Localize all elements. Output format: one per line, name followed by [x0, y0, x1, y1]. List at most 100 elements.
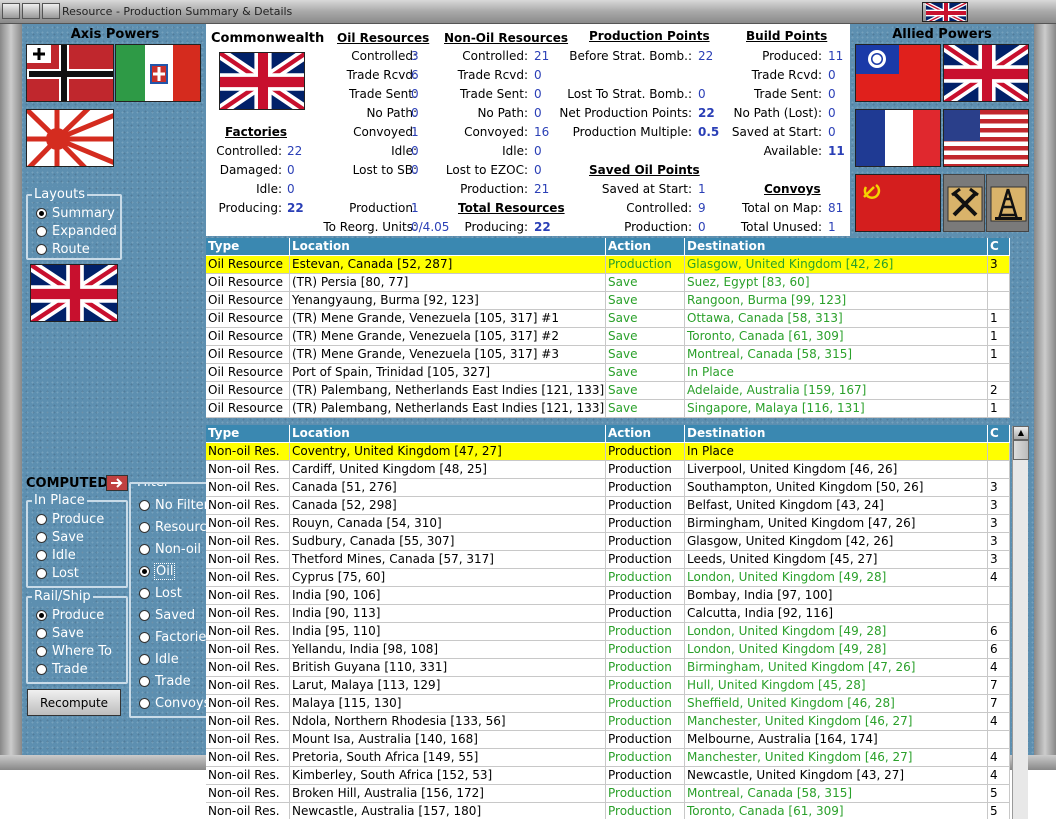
count-cell — [988, 461, 1010, 479]
build-points-label: Trade Rcvd: — [751, 68, 822, 82]
table-row[interactable]: Non-oil Res. Pretoria, South Africa [149,… — [206, 749, 1010, 767]
filter-factories-radio[interactable]: Factories — [139, 630, 211, 645]
type-cell: Non-oil Res. — [206, 659, 290, 677]
convoys-value: 1 — [828, 220, 836, 234]
ussr-flag-icon[interactable] — [855, 174, 941, 232]
table-row[interactable]: Non-oil Res. Mount Isa, Australia [140, 1… — [206, 731, 1010, 749]
count-cell — [988, 731, 1010, 749]
table-row[interactable]: Oil Resource Estevan, Canada [52, 287] Pro… — [206, 256, 1010, 274]
summary-panel: Commonwealth Factories Controlled: 22 Damag… — [206, 24, 850, 236]
layout-route-radio[interactable]: Route — [36, 242, 90, 257]
maximize-button[interactable] — [42, 3, 60, 19]
table-row[interactable]: Oil Resource Port of Spain, Trinidad [105… — [206, 364, 1010, 382]
minimize-button[interactable] — [22, 3, 40, 19]
table-row[interactable]: Non-oil Res. India [90, 106] Production Bom… — [206, 587, 1010, 605]
table-scrollbar[interactable]: ▲ — [1012, 426, 1029, 819]
table-row[interactable]: Non-oil Res. Ndola, Northern Rhodesia [13… — [206, 713, 1010, 731]
france-flag-icon[interactable] — [855, 109, 941, 167]
table-row[interactable]: Oil Resource (TR) Palembang, Netherlands … — [206, 400, 1010, 418]
table-row[interactable]: Oil Resource Yenangyaung, Burma [92, 123]… — [206, 292, 1010, 310]
radio-dot — [36, 514, 47, 525]
title-bar[interactable]: Resource - Production Summary & Details — [0, 0, 1056, 24]
location-cell: Yellandu, India [98, 108] — [290, 641, 606, 659]
table-row[interactable]: Non-oil Res. Newcastle, Australia [157, 1… — [206, 803, 1010, 819]
mining-tools-icon[interactable] — [943, 174, 985, 232]
action-cell: Save — [606, 382, 685, 400]
action-cell: Action — [606, 238, 685, 256]
table-row[interactable]: Non-oil Res. India [95, 110] Production Lon… — [206, 623, 1010, 641]
table-row[interactable]: Non-oil Res. India [90, 113] Production Cal… — [206, 605, 1010, 623]
table-row[interactable]: Non-oil Res. Canada [51, 276] Production So… — [206, 479, 1010, 497]
destination-cell: In Place — [685, 364, 988, 382]
table-row[interactable]: Non-oil Res. Cyprus [75, 60] Production Lon… — [206, 569, 1010, 587]
table-row[interactable]: Non-oil Res. Sudbury, Canada [55, 307] Pro… — [206, 533, 1010, 551]
recompute-button[interactable]: Recompute — [27, 689, 121, 716]
oil-derrick-icon[interactable] — [986, 174, 1029, 232]
table-row[interactable]: Non-oil Res. Broken Hill, Australia [156,… — [206, 785, 1010, 803]
table-row[interactable]: Non-oil Res. Yellandu, India [98, 108] Pro… — [206, 641, 1010, 659]
uk-flag-icon — [30, 264, 118, 322]
table-row[interactable]: Oil Resource (TR) Persia [80, 77] Save Suez… — [206, 274, 1010, 292]
radio-dot — [139, 544, 150, 555]
filter-no-filter-radio[interactable]: No Filter — [139, 498, 209, 513]
scroll-up-arrow[interactable]: ▲ — [1013, 426, 1029, 440]
table-row[interactable]: Oil Resource (TR) Palembang, Netherlands … — [206, 382, 1010, 400]
table-row[interactable]: Oil Resource (TR) Mene Grande, Venezuela … — [206, 346, 1010, 364]
table-row[interactable]: Non-oil Res. Coventry, United Kingdom [47… — [206, 443, 1010, 461]
action-cell: Production — [606, 256, 685, 274]
window-menu-button[interactable] — [2, 3, 20, 19]
rail-ship-produce-radio[interactable]: Produce — [36, 608, 104, 623]
rail-ship-trade-label: Trade — [52, 662, 88, 677]
filter-trade-radio[interactable]: Trade — [139, 674, 191, 689]
table-row[interactable]: Oil Resource (TR) Mene Grande, Venezuela … — [206, 328, 1010, 346]
japan-flag-icon[interactable] — [26, 109, 114, 167]
table-row[interactable]: Non-oil Res. Rouyn, Canada [54, 310] Produ… — [206, 515, 1010, 533]
rail-ship-trade-radio[interactable]: Trade — [36, 662, 88, 677]
destination-cell: Destination — [685, 238, 988, 256]
table-row[interactable]: Non-oil Res. Kimberley, South Africa [152… — [206, 767, 1010, 785]
layout-route-label: Route — [52, 242, 90, 257]
table-row[interactable]: Non-oil Res. Cardiff, United Kingdom [48,… — [206, 461, 1010, 479]
in-place-lost-radio[interactable]: Lost — [36, 566, 79, 581]
in-place-lost-label: Lost — [52, 566, 79, 581]
italy-flag-icon[interactable] — [115, 44, 201, 102]
window-title: Resource - Production Summary & Details — [62, 5, 293, 18]
layout-summary-radio[interactable]: Summary — [36, 206, 115, 221]
radio-dot — [139, 698, 150, 709]
action-cell: Production — [606, 677, 685, 695]
radio-dot — [139, 522, 150, 533]
table-row[interactable]: Non-oil Res. Larut, Malaya [113, 129] Prod… — [206, 677, 1010, 695]
in-place-produce-radio[interactable]: Produce — [36, 512, 104, 527]
saved-oil-points-value: 9 — [698, 201, 706, 215]
location-cell: (TR) Mene Grande, Venezuela [105, 317] #… — [290, 310, 606, 328]
table-row[interactable]: Non-oil Res. Canada [52, 298] Production Be… — [206, 497, 1010, 515]
in-place-save-radio[interactable]: Save — [36, 530, 84, 545]
nation-name: Commonwealth — [211, 31, 325, 46]
computed-arrow-button[interactable] — [106, 475, 128, 491]
filter-saved-radio[interactable]: Saved — [139, 608, 195, 623]
table-row[interactable]: Non-oil Res. British Guyana [110, 331] Pro… — [206, 659, 1010, 677]
uk-flag-icon[interactable] — [943, 44, 1029, 102]
filter-convoys-radio[interactable]: Convoys — [139, 696, 210, 711]
filter-oil-radio[interactable]: Oil — [139, 563, 176, 580]
location-cell: Mount Isa, Australia [140, 168] — [290, 731, 606, 749]
china-flag-icon[interactable] — [855, 44, 941, 102]
table-row[interactable]: Oil Resource (TR) Mene Grande, Venezuela … — [206, 310, 1010, 328]
type-cell: Non-oil Res. — [206, 533, 290, 551]
build-points-label: Available: — [763, 144, 822, 158]
rail-ship-where-to-radio[interactable]: Where To — [36, 644, 112, 659]
filter-non-oil-radio[interactable]: Non-oil — [139, 542, 201, 557]
filter-resources-radio[interactable]: Resources — [139, 520, 211, 535]
filter-idle-radio[interactable]: Idle — [139, 652, 179, 667]
germany-flag-icon[interactable] — [26, 44, 114, 102]
filter-lost-radio[interactable]: Lost — [139, 586, 182, 601]
table-row[interactable]: Non-oil Res. Thetford Mines, Canada [57, … — [206, 551, 1010, 569]
usa-flag-icon[interactable] — [943, 109, 1029, 167]
rail-ship-save-radio[interactable]: Save — [36, 626, 84, 641]
action-cell: Production — [606, 641, 685, 659]
saved-oil-points-label: Controlled: — [626, 201, 692, 215]
in-place-idle-radio[interactable]: Idle — [36, 548, 76, 563]
scroll-thumb[interactable] — [1013, 440, 1029, 460]
table-row[interactable]: Non-oil Res. Malaya [115, 130] Production S… — [206, 695, 1010, 713]
layout-expanded-radio[interactable]: Expanded — [36, 224, 117, 239]
